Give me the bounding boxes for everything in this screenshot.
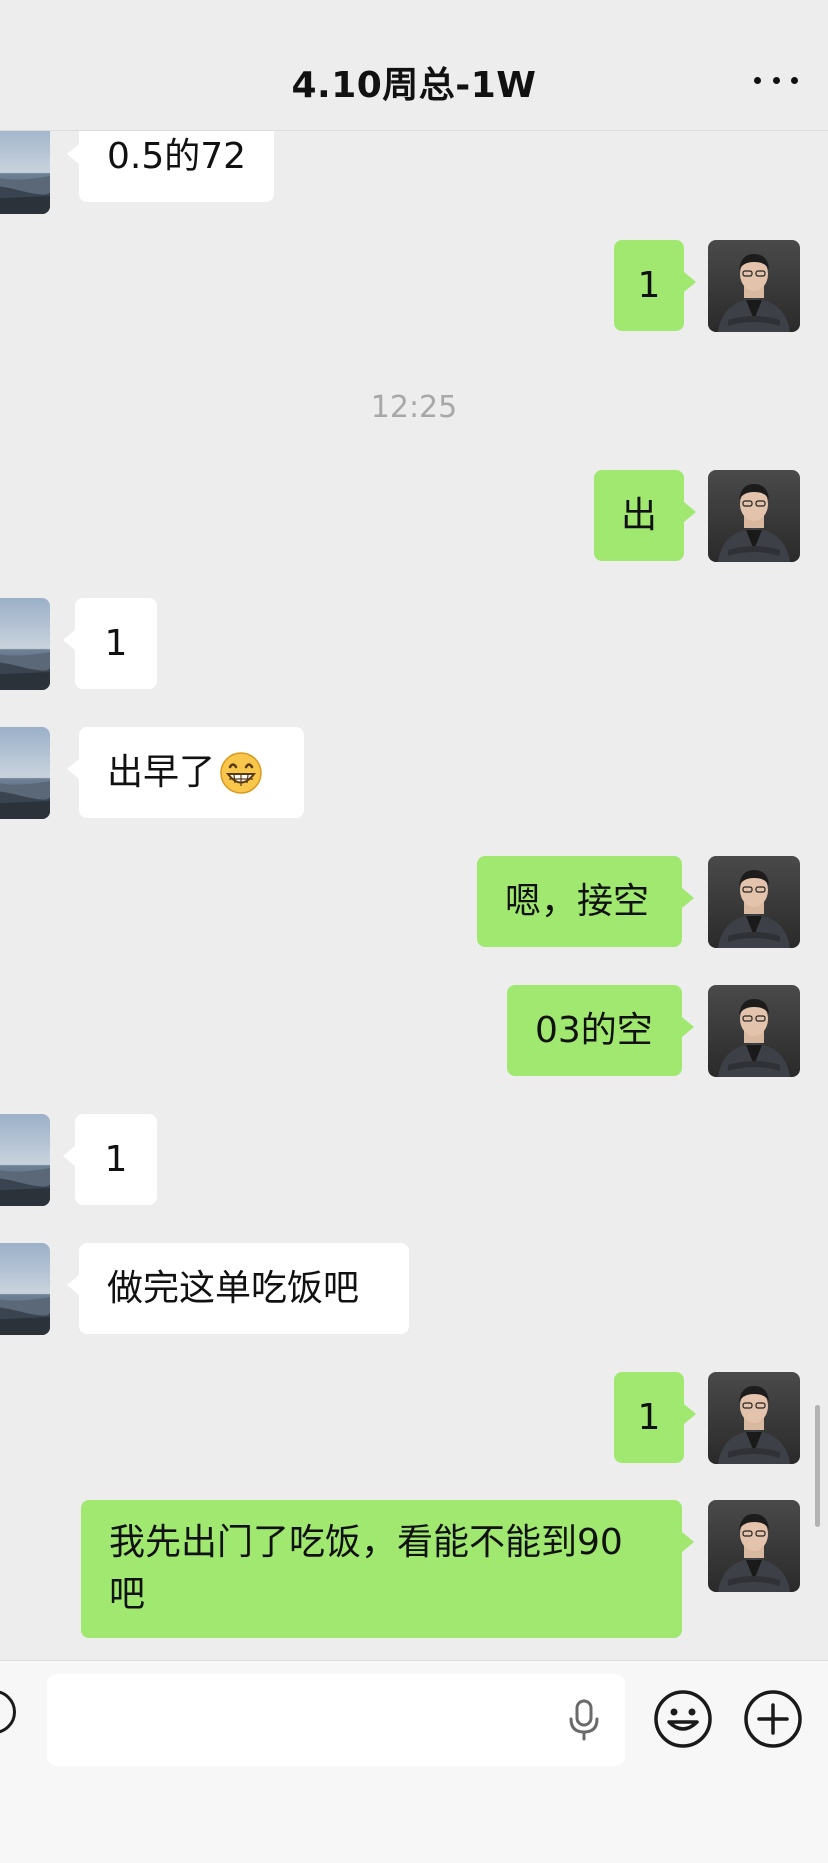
message-timestamp: 12:25: [370, 390, 458, 425]
my-avatar[interactable]: [708, 470, 800, 562]
contact-avatar[interactable]: [0, 598, 50, 690]
scrollbar[interactable]: [815, 1405, 820, 1527]
message-text: 1: [104, 622, 128, 664]
message-text: 嗯，接空: [505, 880, 650, 922]
message-text: 1: [104, 1138, 128, 1180]
incoming-message-bubble[interactable]: 做完这单吃饭吧: [67, 1243, 409, 1334]
message-text: 做完这单吃饭吧: [107, 1267, 360, 1309]
outgoing-message-bubble[interactable]: 1: [614, 240, 696, 331]
emoji-icon[interactable]: [652, 1688, 714, 1750]
contact-avatar[interactable]: [0, 1243, 50, 1335]
outgoing-message-bubble[interactable]: 1: [614, 1372, 696, 1463]
microphone-icon[interactable]: [566, 1698, 602, 1742]
message-text: 出早了: [107, 751, 216, 793]
incoming-message-bubble[interactable]: 1: [63, 598, 157, 689]
outgoing-message-bubble[interactable]: 我先出门了吃饭，看能不能到90吧: [81, 1500, 694, 1638]
contact-avatar[interactable]: [0, 727, 50, 819]
contact-avatar[interactable]: [0, 122, 50, 214]
message-text: 出: [620, 494, 657, 536]
message-text: 03的空: [535, 1009, 653, 1051]
my-avatar[interactable]: [708, 985, 800, 1077]
incoming-message-bubble[interactable]: 1: [63, 1114, 157, 1205]
my-avatar[interactable]: [708, 856, 800, 948]
chat-screen: 0.5的72 1 12:25 出 1 出早了 嗯，接空 03的空 1 做完这单吃…: [0, 0, 828, 1863]
contact-avatar[interactable]: [0, 1114, 50, 1206]
message-list[interactable]: 0.5的72 1 12:25 出 1 出早了 嗯，接空 03的空 1 做完这单吃…: [0, 0, 828, 1660]
chat-title: 4.10周总-1W: [291, 65, 537, 106]
outgoing-message-bubble[interactable]: 03的空: [507, 985, 694, 1076]
outgoing-message-bubble[interactable]: 出: [594, 470, 696, 561]
message-text: 我先出门了吃饭，看能不能到90吧: [109, 1522, 623, 1615]
my-avatar[interactable]: [708, 1500, 800, 1592]
chat-header: 4.10周总-1W: [0, 0, 828, 131]
outgoing-message-bubble[interactable]: 嗯，接空: [477, 856, 694, 947]
message-text: 0.5的72: [107, 136, 247, 177]
my-avatar[interactable]: [708, 1372, 800, 1464]
incoming-message-bubble[interactable]: 出早了: [67, 727, 304, 818]
more-dots-icon[interactable]: [754, 62, 798, 98]
my-avatar[interactable]: [708, 240, 800, 332]
message-text: 1: [637, 1396, 661, 1438]
message-input[interactable]: [47, 1674, 625, 1766]
grinning-face-icon: [219, 751, 263, 795]
plus-icon[interactable]: [742, 1688, 804, 1750]
message-text: 1: [637, 264, 661, 306]
